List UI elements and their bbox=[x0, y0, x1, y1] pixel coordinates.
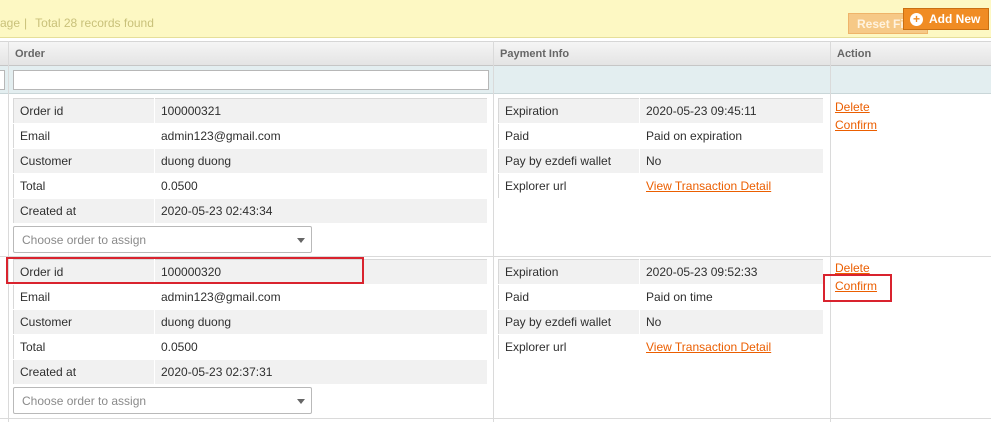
table-row: Email admin123@gmail.com bbox=[13, 123, 488, 149]
table-row: Email admin123@gmail.com bbox=[13, 284, 488, 310]
confirm-link[interactable]: Confirm bbox=[835, 116, 877, 134]
field-value: admin123@gmail.com bbox=[154, 123, 488, 149]
assign-order-placeholder: Choose order to assign bbox=[22, 233, 147, 247]
field-label: Pay by ezdefi wallet bbox=[498, 148, 640, 174]
highlight-order-id bbox=[6, 257, 364, 284]
field-label: Order id bbox=[13, 98, 155, 124]
payment-info-table: Expiration 2020-05-23 09:45:11 Paid Paid o… bbox=[498, 98, 824, 199]
field-value: 2020-05-23 02:37:31 bbox=[154, 359, 488, 385]
table-row: Pay by ezdefi wallet No bbox=[498, 309, 824, 335]
field-label: Expiration bbox=[498, 259, 640, 285]
field-value: View Transaction Detail bbox=[639, 173, 824, 199]
view-transaction-link[interactable]: View Transaction Detail bbox=[646, 340, 771, 354]
table-row: Created at 2020-05-23 02:37:31 bbox=[13, 359, 488, 385]
field-label: Email bbox=[13, 284, 155, 310]
field-value: duong duong bbox=[154, 148, 488, 174]
table-row: Explorer url View Transaction Detail bbox=[498, 173, 824, 199]
filter-input-order[interactable] bbox=[13, 70, 489, 90]
field-label: Email bbox=[13, 123, 155, 149]
field-value: 100000321 bbox=[154, 98, 488, 124]
table-row: Expiration 2020-05-23 09:45:11 bbox=[498, 98, 824, 124]
filter-row bbox=[0, 66, 991, 94]
filter-input-id[interactable] bbox=[0, 70, 5, 90]
chevron-down-icon bbox=[297, 399, 305, 404]
column-header-action[interactable]: Action bbox=[830, 42, 991, 66]
table-row: Customer duong duong bbox=[13, 309, 488, 335]
pager-bar: age | Total 28 records found Reset Filter … bbox=[0, 0, 991, 38]
table-row: Total 0.0500 bbox=[13, 334, 488, 360]
assign-order-placeholder: Choose order to assign bbox=[22, 394, 147, 408]
field-value: Paid on expiration bbox=[639, 123, 824, 149]
view-transaction-link[interactable]: View Transaction Detail bbox=[646, 179, 771, 193]
field-label: Explorer url bbox=[498, 334, 640, 360]
table-row: Customer duong duong bbox=[13, 148, 488, 174]
pager-page-label: age bbox=[0, 16, 21, 30]
grid-header: Order Payment Info Action bbox=[0, 41, 991, 66]
column-header-order[interactable]: Order bbox=[8, 42, 494, 66]
table-row: Pay by ezdefi wallet No bbox=[498, 148, 824, 174]
add-new-button[interactable]: + Add New bbox=[903, 8, 989, 30]
table-row: Order id 100000321 bbox=[13, 98, 488, 124]
field-value: 0.0500 bbox=[154, 334, 488, 360]
table-row: Total 0.0500 bbox=[13, 173, 488, 199]
field-label: Expiration bbox=[498, 98, 640, 124]
field-value: View Transaction Detail bbox=[639, 334, 824, 360]
field-value: duong duong bbox=[154, 309, 488, 335]
payment-info-table: Expiration 2020-05-23 09:52:33 Paid Paid o… bbox=[498, 259, 824, 360]
field-value: admin123@gmail.com bbox=[154, 284, 488, 310]
add-new-label: Add New bbox=[929, 12, 981, 26]
delete-link[interactable]: Delete bbox=[835, 98, 877, 116]
field-value: 2020-05-23 09:52:33 bbox=[639, 259, 824, 285]
table-row: Expiration 2020-05-23 09:52:33 bbox=[498, 259, 824, 285]
table-row: Created at 2020-05-23 02:43:34 bbox=[13, 198, 488, 224]
field-label: Customer bbox=[13, 148, 155, 174]
grid-divider bbox=[8, 41, 9, 422]
field-label: Total bbox=[13, 173, 155, 199]
field-label: Created at bbox=[13, 198, 155, 224]
field-label: Paid bbox=[498, 284, 640, 310]
assign-order-select[interactable]: Choose order to assign bbox=[13, 226, 312, 253]
field-value: No bbox=[639, 309, 824, 335]
field-label: Total bbox=[13, 334, 155, 360]
pager-separator: | bbox=[24, 16, 28, 30]
row-divider bbox=[0, 418, 991, 419]
field-value: Paid on time bbox=[639, 284, 824, 310]
highlight-confirm bbox=[823, 274, 892, 302]
field-value: No bbox=[639, 148, 824, 174]
field-value: 0.0500 bbox=[154, 173, 488, 199]
field-label: Pay by ezdefi wallet bbox=[498, 309, 640, 335]
chevron-down-icon bbox=[297, 238, 305, 243]
order-details-table: Order id 100000321 Email admin123@gmail.co… bbox=[13, 98, 488, 224]
field-label: Created at bbox=[13, 359, 155, 385]
total-records-label: Total 28 records found bbox=[35, 16, 154, 30]
grid-divider bbox=[830, 41, 831, 422]
column-header-payment-info[interactable]: Payment Info bbox=[493, 42, 830, 66]
assign-order-select[interactable]: Choose order to assign bbox=[13, 387, 312, 414]
field-label: Paid bbox=[498, 123, 640, 149]
field-value: 2020-05-23 09:45:11 bbox=[639, 98, 824, 124]
table-row: Paid Paid on time bbox=[498, 284, 824, 310]
field-label: Explorer url bbox=[498, 173, 640, 199]
row-actions: Delete Confirm bbox=[835, 98, 877, 134]
pager-info: age | Total 28 records found bbox=[0, 16, 154, 30]
field-value: 2020-05-23 02:43:34 bbox=[154, 198, 488, 224]
grid-divider bbox=[493, 41, 494, 422]
plus-icon: + bbox=[910, 12, 923, 26]
table-row: Paid Paid on expiration bbox=[498, 123, 824, 149]
field-label: Customer bbox=[13, 309, 155, 335]
table-row: Explorer url View Transaction Detail bbox=[498, 334, 824, 360]
